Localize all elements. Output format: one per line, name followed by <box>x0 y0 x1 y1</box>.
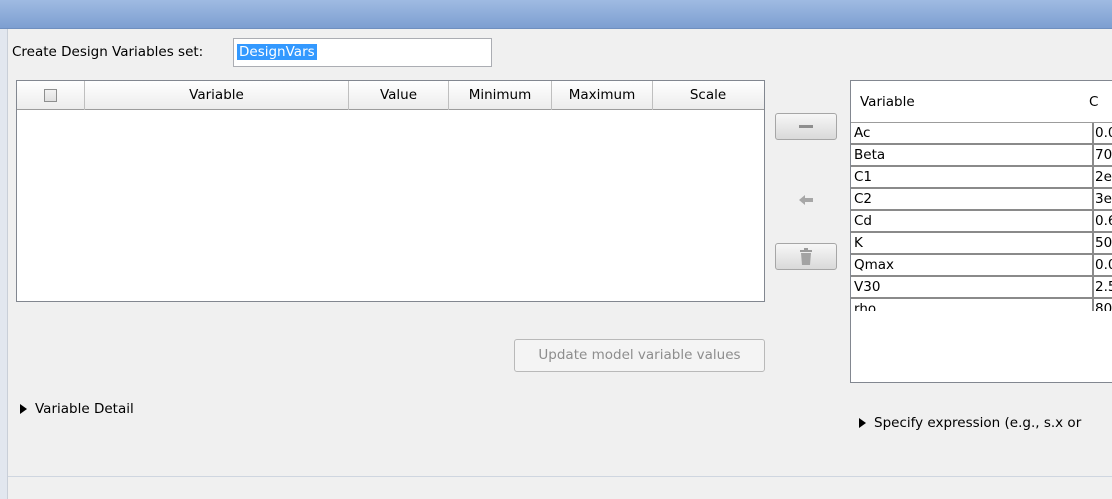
table-row[interactable]: Beta 70 <box>851 145 1112 167</box>
expand-triangle-icon <box>859 418 866 428</box>
specify-expression-toggle[interactable]: Specify expression (e.g., s.x or <box>859 415 1112 431</box>
design-variables-table[interactable]: Variable Value Minimum Maximum Scale <box>16 80 765 302</box>
table-row[interactable]: V302.5 <box>851 277 1112 299</box>
set-name-input[interactable]: DesignVars <box>233 38 492 67</box>
update-model-values-button[interactable]: Update model variable values <box>514 339 765 372</box>
table-row[interactable]: Qmax0.0 <box>851 255 1112 277</box>
table-header: Variable Value Minimum Maximum Scale <box>17 81 764 110</box>
header-variable[interactable]: Variable <box>860 94 915 110</box>
header-select-all-cell[interactable] <box>17 81 85 110</box>
delete-button[interactable] <box>775 243 837 270</box>
move-left-button[interactable] <box>775 186 837 213</box>
table-row[interactable]: C2 3e <box>851 189 1112 211</box>
expand-triangle-icon <box>20 404 27 414</box>
table-row[interactable]: K 50 <box>851 233 1112 255</box>
specify-expression-label: Specify expression (e.g., s.x or <box>874 415 1082 431</box>
bottom-status-bar <box>8 476 1112 499</box>
table-row[interactable]: C1 2e <box>851 167 1112 189</box>
table-row[interactable]: Ac0.0 <box>851 123 1112 145</box>
header-c[interactable]: C <box>1089 94 1098 110</box>
set-name-value: DesignVars <box>237 44 317 60</box>
header-variable[interactable]: Variable <box>85 81 349 110</box>
window-titlebar <box>0 0 1112 29</box>
select-all-checkbox[interactable] <box>44 88 57 102</box>
variable-detail-toggle[interactable]: Variable Detail <box>20 401 134 417</box>
workspace-variables-table[interactable]: Variable C Ac0.0 Beta70 C12e C23e Cd0.6 … <box>850 80 1112 383</box>
trash-icon <box>800 247 812 265</box>
window-left-edge <box>0 29 8 499</box>
table-row[interactable]: Cd0.6 <box>851 211 1112 233</box>
header-scale[interactable]: Scale <box>653 81 763 110</box>
header-minimum[interactable]: Minimum <box>449 81 552 110</box>
header-maximum[interactable]: Maximum <box>552 81 653 110</box>
variable-detail-label: Variable Detail <box>35 401 134 417</box>
workspace-table-header: Variable C <box>851 81 1112 123</box>
minus-icon <box>799 124 813 128</box>
header-value[interactable]: Value <box>349 81 449 110</box>
remove-button[interactable] <box>775 113 837 140</box>
arrow-left-icon <box>799 194 813 205</box>
table-row[interactable]: rho 80 <box>851 299 1112 311</box>
set-name-label: Create Design Variables set: <box>12 44 204 60</box>
